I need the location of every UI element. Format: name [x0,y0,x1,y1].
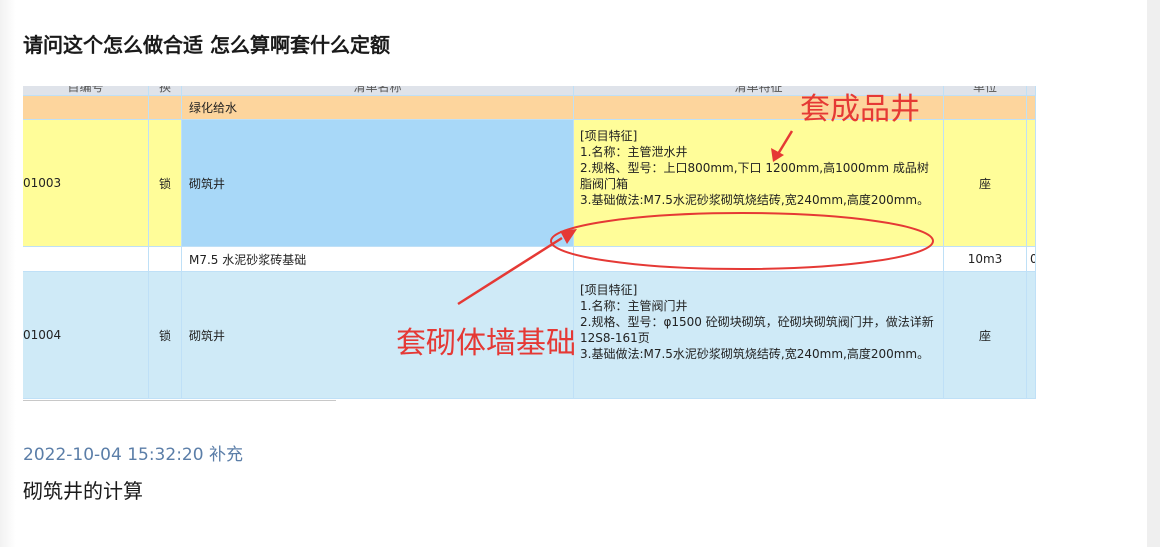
table-row[interactable]: M7.5 水泥砂浆砖基础 10m3 0 [23,247,1036,272]
cell-huan: 锁 [149,272,182,399]
cell-name-selected: 砌筑井 [182,120,574,247]
column-header-name: 清单名称 [182,86,574,96]
cell-extra [1027,120,1036,247]
cell-name: 绿化给水 [182,96,574,120]
question-title: 请问这个怎么做合适 怎么算啊套什么定额 [23,33,390,57]
cell-feature: [项目特征] 1.名称：主管阀门井 2.规格、型号：φ1500 砼砌块砌筑，砼砌… [574,272,944,399]
annotation-label-finished-well: 套成品井 [800,92,920,127]
cell-code [23,247,149,272]
cell-code: 01003 [23,120,149,247]
vertical-scrollbar[interactable] [1147,0,1160,547]
column-header-unit: 单位 [944,86,1027,96]
supplement-content: 砌筑井的计算 [23,479,143,503]
cell-huan: 锁 [149,120,182,247]
cell-extra: 0 [1027,247,1036,272]
cell-unit: 座 [944,120,1027,247]
cell-unit [944,96,1027,120]
cell-name: M7.5 水泥砂浆砖基础 [182,247,574,272]
cell-code: 01004 [23,272,149,399]
cell-unit: 座 [944,272,1027,399]
table-row[interactable]: 01003 锁 砌筑井 [项目特征] 1.名称：主管泄水井 2.规格、型号：上口… [23,120,1036,247]
cell-extra [1027,96,1036,120]
page-left-shade [0,0,16,547]
annotation-label-masonry-foundation: 套砌体墙基础 [396,326,576,361]
column-header-extra [1027,86,1036,96]
column-header-huan: 换 [149,86,182,96]
cell-unit: 10m3 [944,247,1027,272]
cell-code [23,96,149,120]
cell-feature [574,247,944,272]
cell-huan [149,96,182,120]
screenshot-hscrollbar [23,400,336,405]
supplement-timestamp: 2022-10-04 15:32:20 补充 [23,445,243,465]
cell-extra [1027,272,1036,399]
cell-feature: [项目特征] 1.名称：主管泄水井 2.规格、型号：上口800mm,下口 120… [574,120,944,247]
cell-huan [149,247,182,272]
column-header-code: 目编号 [23,86,149,96]
